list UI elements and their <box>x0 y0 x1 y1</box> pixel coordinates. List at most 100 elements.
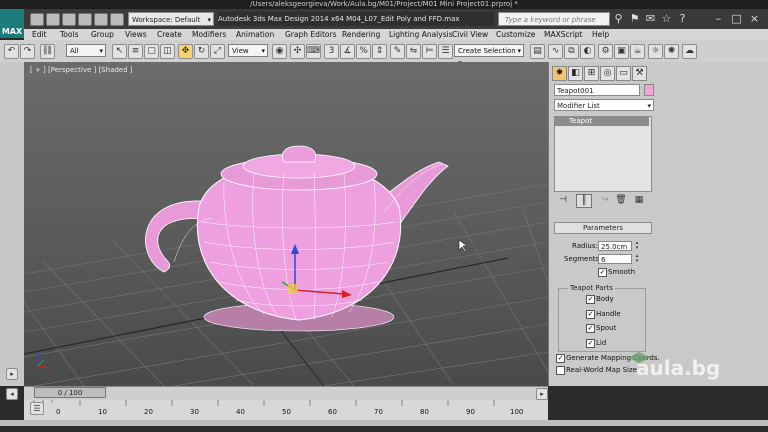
pin-stack-icon[interactable]: ⊣ <box>556 194 570 206</box>
handle-checkbox[interactable]: ✓ <box>586 310 595 319</box>
make-unique-icon[interactable]: ↪ <box>598 194 612 206</box>
body-checkbox[interactable]: ✓ <box>586 295 595 304</box>
menu-create[interactable]: Create <box>157 29 182 40</box>
menu-animation[interactable]: Animation <box>236 29 274 40</box>
open-file-icon[interactable] <box>46 13 60 26</box>
menu-customize[interactable]: Customize <box>496 29 535 40</box>
real-world-map-checkbox[interactable] <box>556 366 565 375</box>
subscription-icon[interactable]: ⚑ <box>628 12 641 25</box>
menu-rendering[interactable]: Rendering <box>342 29 380 40</box>
play-left-icon[interactable]: ▸ <box>6 368 18 380</box>
undo-icon[interactable] <box>78 13 92 26</box>
help-icon[interactable]: ? <box>676 12 689 25</box>
spout-checkbox[interactable]: ✓ <box>586 324 595 333</box>
snaps-toggle-icon[interactable]: 3 <box>324 44 339 59</box>
edit-named-selection-icon[interactable]: ✎ <box>390 44 405 59</box>
menu-edit[interactable]: Edit <box>32 29 47 40</box>
modifier-list-dropdown[interactable]: Modifier List ▾ <box>554 99 654 111</box>
render-activeshade-icon[interactable]: ✺ <box>664 44 679 59</box>
segments-field[interactable]: 6 <box>598 254 632 264</box>
selection-filter-dropdown[interactable]: All ▾ <box>66 44 106 57</box>
menu-help[interactable]: Help <box>592 29 609 40</box>
workspace-dropdown[interactable]: Workspace: Default ▾ <box>128 12 214 26</box>
minimize-icon[interactable]: – <box>712 12 725 25</box>
viewport-label[interactable]: [ + ] [Perspective ] [Shaded ] <box>30 66 133 74</box>
render-setup-icon[interactable]: ⚙ <box>598 44 613 59</box>
smooth-checkbox[interactable]: ✓ <box>598 268 607 277</box>
link-icon[interactable]: ⛓ <box>40 44 55 59</box>
stack-item-teapot[interactable]: Teapot <box>555 117 649 126</box>
menu-group[interactable]: Group <box>91 29 114 40</box>
segments-spinner-icon[interactable]: ▴ ▾ <box>634 254 640 264</box>
render-production-icon[interactable]: ☕ <box>630 44 645 59</box>
time-slider[interactable]: 0 / 100 <box>34 387 106 398</box>
radius-field[interactable]: 25.0cm <box>598 241 632 251</box>
search-input[interactable]: Type a keyword or phrase <box>498 12 610 26</box>
menu-maxscript[interactable]: MAXScript <box>544 29 583 40</box>
object-name-field[interactable]: Teapot001 <box>554 84 640 96</box>
save-file-icon[interactable] <box>62 13 76 26</box>
modifier-stack[interactable] <box>554 116 652 192</box>
pivot-center-icon[interactable]: ◉ <box>272 44 287 59</box>
window-crossing-icon[interactable]: ◫ <box>160 44 175 59</box>
motion-tab-icon[interactable]: ◎ <box>600 66 615 81</box>
menu-views[interactable]: Views <box>125 29 147 40</box>
create-tab-icon[interactable]: ✸ <box>552 66 567 81</box>
close-icon[interactable]: × <box>748 12 761 25</box>
reference-coordinate-dropdown[interactable]: View ▾ <box>228 44 268 57</box>
keyboard-shortcut-icon[interactable]: ⌨ <box>306 44 321 59</box>
project-folder-icon[interactable] <box>110 13 124 26</box>
redo-icon[interactable] <box>94 13 108 26</box>
modify-tab-icon[interactable]: ◧ <box>568 66 583 81</box>
spinner-snap-icon[interactable]: ⇕ <box>372 44 387 59</box>
parameters-rollout[interactable]: Parameters <box>554 222 652 234</box>
render-iterative-icon[interactable]: ☼ <box>648 44 663 59</box>
new-file-icon[interactable] <box>30 13 44 26</box>
select-and-move-icon[interactable]: ✥ <box>178 44 193 59</box>
menu-civil-view[interactable]: Civil View <box>452 29 488 40</box>
next-frame-icon[interactable]: ▸ <box>536 388 548 400</box>
display-tab-icon[interactable]: ▭ <box>616 66 631 81</box>
generate-mapping-checkbox[interactable]: ✓ <box>556 354 565 363</box>
maximize-icon[interactable]: □ <box>730 12 743 25</box>
menu-tools[interactable]: Tools <box>60 29 78 40</box>
layer-manager-icon[interactable]: ☰ <box>438 44 453 59</box>
communication-icon[interactable]: ✉ <box>644 12 657 25</box>
object-color-swatch[interactable] <box>644 84 654 96</box>
render-in-cloud-icon[interactable]: ☁ <box>682 44 697 59</box>
utilities-tab-icon[interactable]: ⚒ <box>632 66 647 81</box>
radius-spinner-icon[interactable]: ▴ ▾ <box>634 241 640 251</box>
redo-icon[interactable]: ↷ <box>20 44 35 59</box>
angle-snap-icon[interactable]: ∡ <box>340 44 355 59</box>
remove-modifier-icon[interactable]: 🗑 <box>614 194 628 206</box>
show-end-result-icon[interactable]: ║ <box>576 194 592 208</box>
menu-graph-editors[interactable]: Graph Editors <box>285 29 337 40</box>
hierarchy-tab-icon[interactable]: ⊞ <box>584 66 599 81</box>
select-and-scale-icon[interactable]: ⤢ <box>210 44 225 59</box>
app-logo[interactable]: MAX <box>0 9 24 38</box>
percent-snap-icon[interactable]: % <box>356 44 371 59</box>
perspective-viewport[interactable] <box>24 62 548 386</box>
schematic-view-icon[interactable]: ⧉ <box>564 44 579 59</box>
prev-frame-icon[interactable]: ◂ <box>6 388 18 400</box>
align-icon[interactable]: ⊨ <box>422 44 437 59</box>
menu-lighting-analysis[interactable]: Lighting Analysis <box>389 29 453 40</box>
select-by-name-icon[interactable]: ≡ <box>128 44 143 59</box>
mirror-icon[interactable]: ⇋ <box>406 44 421 59</box>
select-manipulate-icon[interactable]: ✣ <box>290 44 305 59</box>
select-and-rotate-icon[interactable]: ↻ <box>194 44 209 59</box>
curve-editor-icon[interactable]: ∿ <box>548 44 563 59</box>
menu-modifiers[interactable]: Modifiers <box>192 29 226 40</box>
graphite-ribbon-icon[interactable]: ▤ <box>530 44 545 59</box>
select-object-icon[interactable]: ↖ <box>112 44 127 59</box>
undo-icon[interactable]: ↶ <box>4 44 19 59</box>
material-editor-icon[interactable]: ◐ <box>580 44 595 59</box>
region-select-icon[interactable]: ▢ <box>144 44 159 59</box>
lid-checkbox[interactable]: ✓ <box>586 339 595 348</box>
configure-modifier-sets-icon[interactable]: ▦ <box>632 194 646 206</box>
named-selection-set-dropdown[interactable]: Create Selection Se▾ <box>454 44 524 68</box>
binoculars-icon[interactable]: ⚲ <box>612 12 625 25</box>
rendered-frame-window-icon[interactable]: ▣ <box>614 44 629 59</box>
favorites-icon[interactable]: ☆ <box>660 12 673 25</box>
track-bar-filter-icon[interactable]: ☰ <box>30 402 44 415</box>
